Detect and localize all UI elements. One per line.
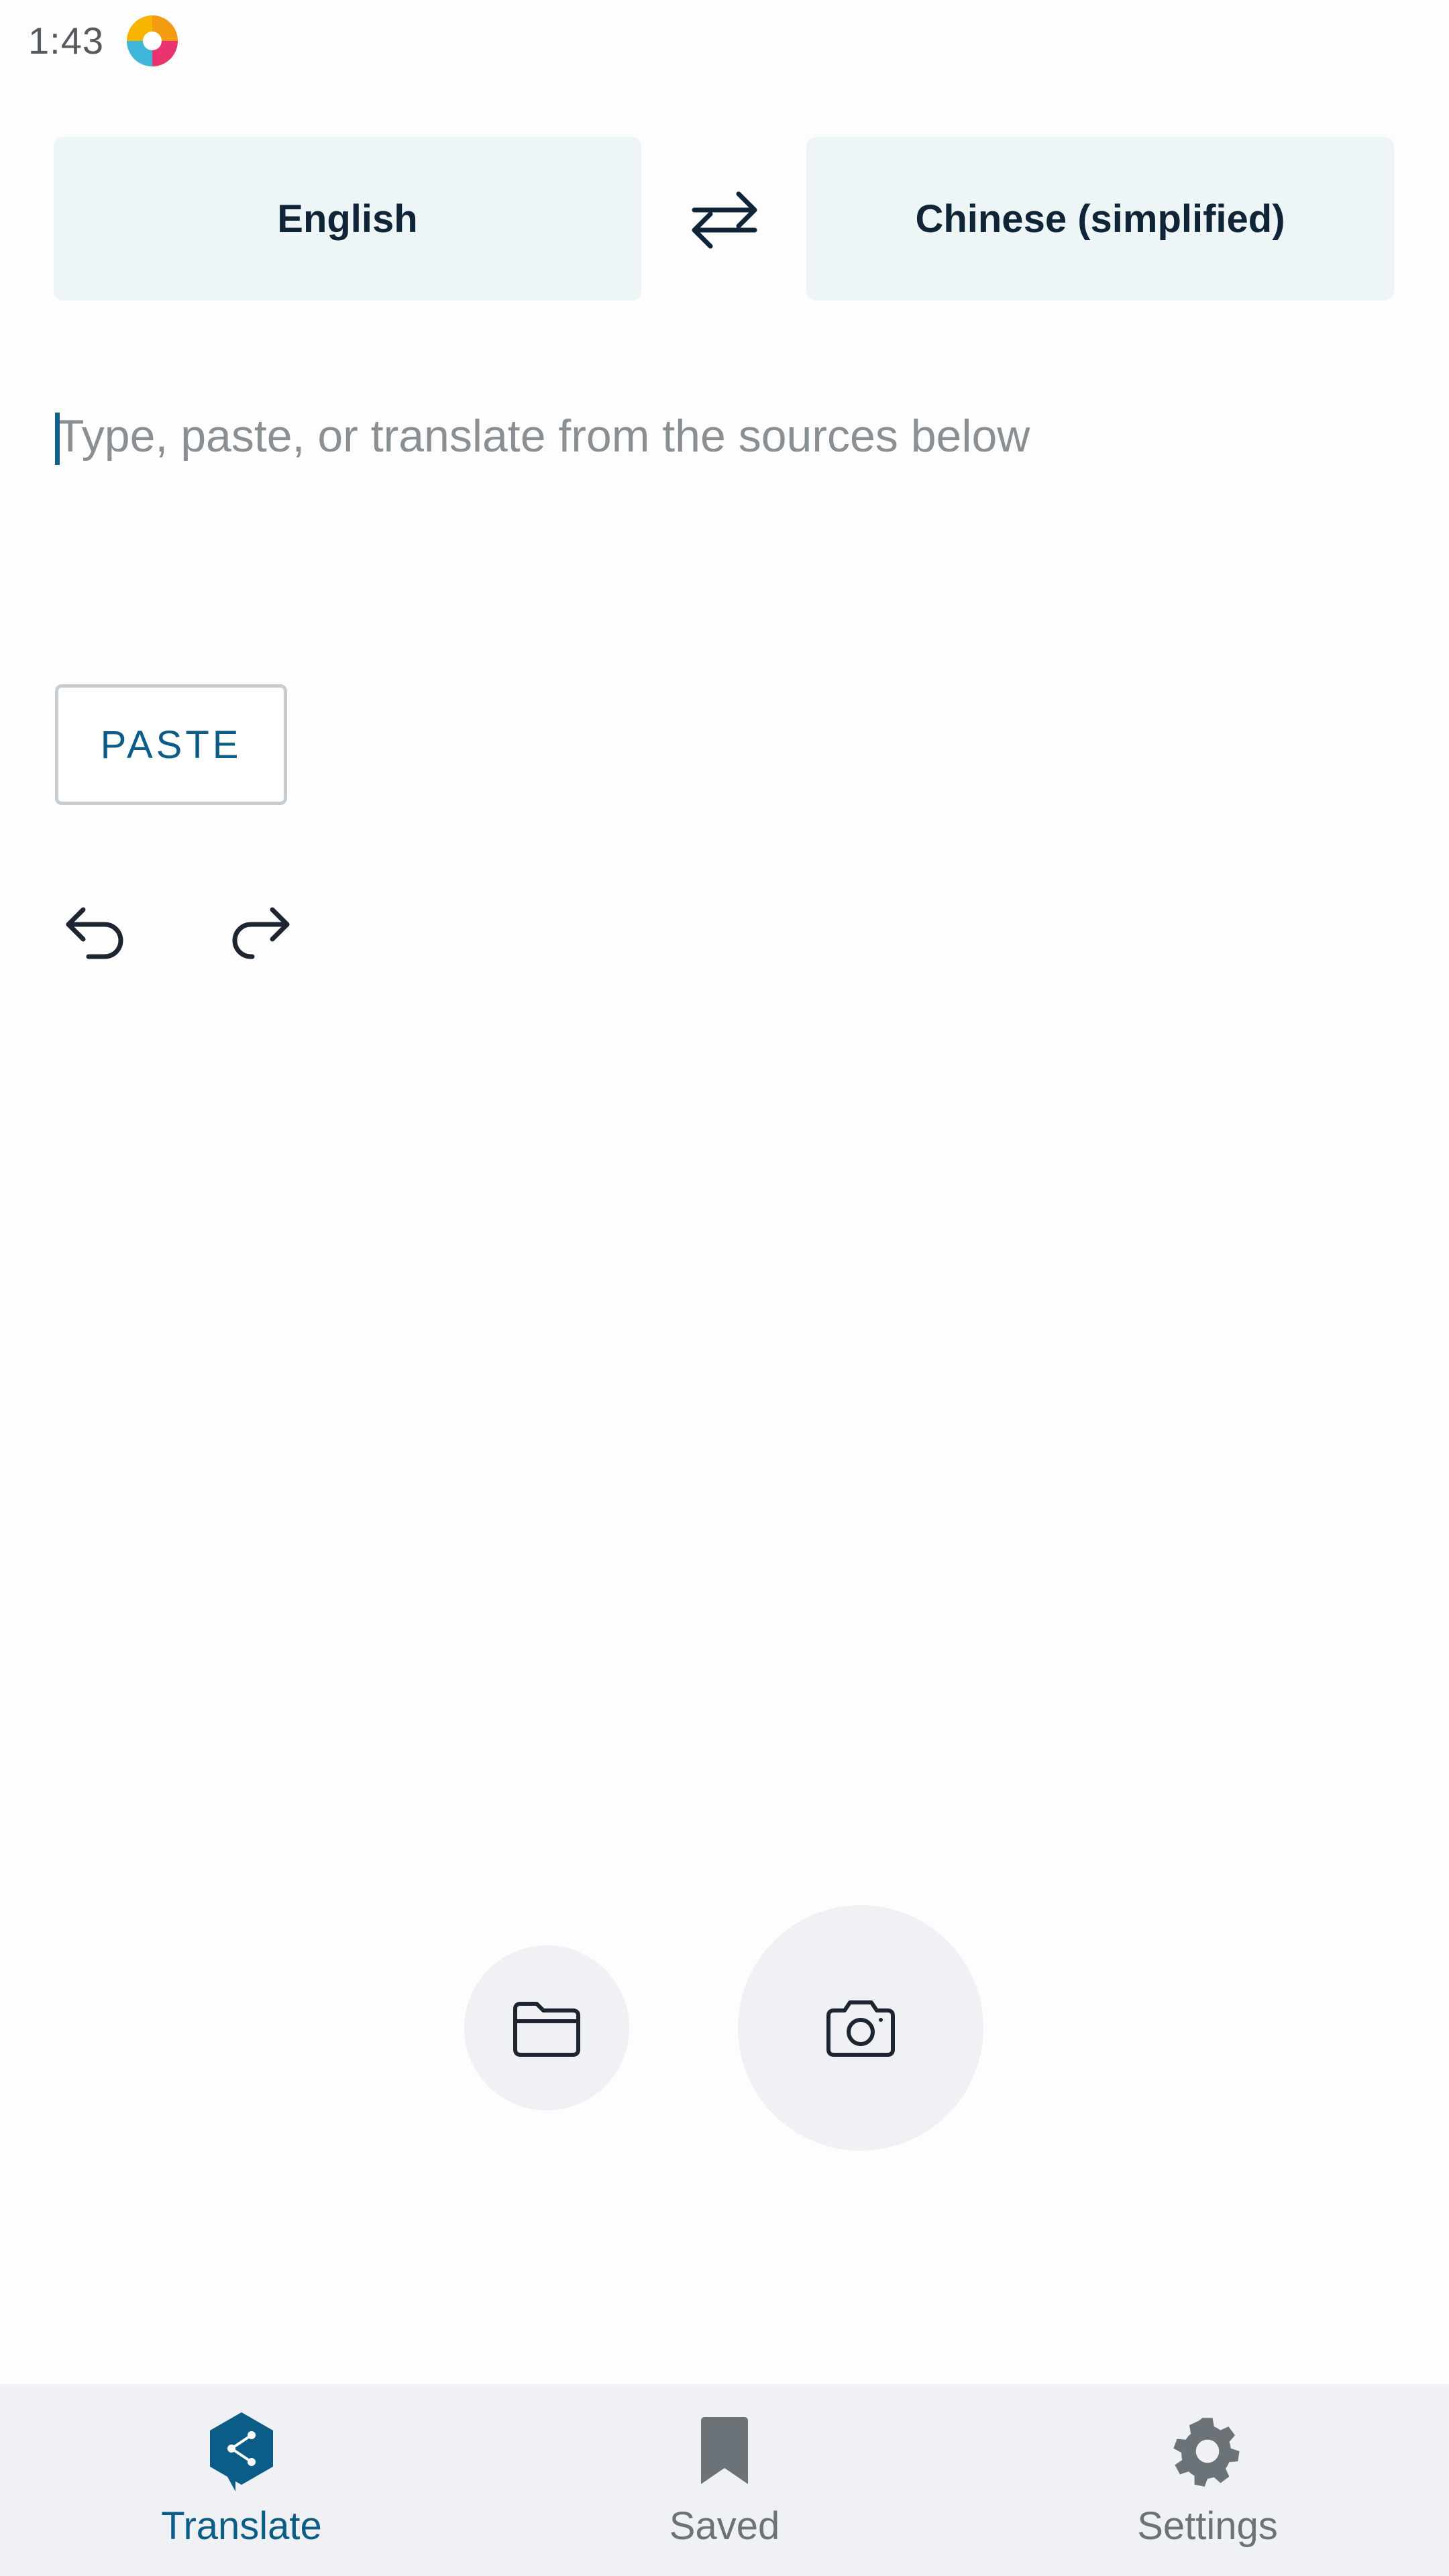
undo-button[interactable]: [52, 890, 140, 977]
nav-tab-saved[interactable]: Saved: [483, 2384, 966, 2576]
camera-icon: [826, 2000, 895, 2057]
paste-button[interactable]: PASTE: [55, 684, 287, 805]
undo-icon: [66, 907, 123, 959]
text-cursor: [55, 413, 60, 465]
swap-arrows-icon: [692, 191, 757, 249]
swap-languages-button[interactable]: [678, 176, 771, 263]
nav-label-translate: Translate: [161, 2504, 322, 2548]
open-file-button[interactable]: [464, 1945, 629, 2110]
target-language-button[interactable]: Chinese (simplified): [806, 137, 1394, 301]
redo-icon: [232, 907, 290, 959]
folder-icon: [513, 2002, 580, 2057]
colorful-app-logo-icon: [125, 13, 180, 68]
camera-button[interactable]: [738, 1905, 983, 2151]
nav-label-settings: Settings: [1137, 2504, 1278, 2548]
translate-logo-icon: [201, 2411, 282, 2491]
translator-screen: 1:43 English Chinese (simplified) PASTE: [0, 0, 1449, 2576]
bottom-navigation: Translate Saved Settings: [0, 2384, 1449, 2576]
status-time: 1:43: [28, 19, 104, 62]
nav-tab-translate[interactable]: Translate: [0, 2384, 483, 2576]
nav-tab-settings[interactable]: Settings: [966, 2384, 1449, 2576]
source-text-input[interactable]: [54, 396, 1391, 530]
nav-label-saved: Saved: [669, 2504, 780, 2548]
gear-icon: [1167, 2411, 1248, 2491]
redo-button[interactable]: [216, 890, 303, 977]
source-language-button[interactable]: English: [54, 137, 641, 301]
bookmark-icon: [684, 2411, 765, 2491]
